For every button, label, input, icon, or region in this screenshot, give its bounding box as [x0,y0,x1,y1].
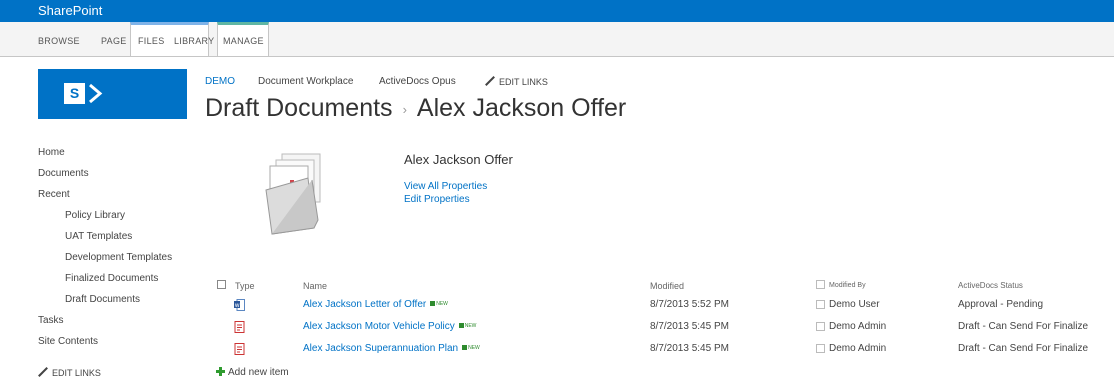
quick-launch-recent[interactable]: Recent [38,189,70,200]
tab-browse[interactable]: BROWSE [38,36,80,46]
modified-date: 8/7/2013 5:45 PM [650,343,729,354]
breadcrumb-separator-icon: › [402,101,407,117]
quick-launch-finalized-documents[interactable]: Finalized Documents [65,273,158,284]
table-row: Alex Jackson Superannuation Plan NEW [303,343,480,354]
top-nav-demo[interactable]: DEMO [205,76,235,87]
activedocs-status: Approval - Pending [958,299,1044,310]
new-badge: NEW [462,345,480,351]
document-name-link[interactable]: Alex Jackson Superannuation Plan [303,343,458,354]
logo-arrow-icon [89,83,103,104]
quick-launch-home[interactable]: Home [38,147,65,158]
column-header-name[interactable]: Name [303,281,327,291]
modified-date: 8/7/2013 5:52 PM [650,299,729,310]
quick-launch-tasks[interactable]: Tasks [38,315,64,326]
modified-by-user[interactable]: Demo Admin [829,343,886,354]
document-name-link[interactable]: Alex Jackson Letter of Offer [303,299,426,310]
modified-date: 8/7/2013 5:45 PM [650,321,729,332]
edit-links-label: EDIT LINKS [499,77,548,87]
edit-links-label: EDIT LINKS [52,368,101,378]
new-badge: NEW [430,301,448,307]
select-all-checkbox[interactable] [217,280,226,289]
pencil-icon [485,76,495,86]
table-row: Alex Jackson Letter of Offer NEW [303,299,448,310]
ribbon-tab-bar: BROWSE PAGE FILES LIBRARY MANAGE [0,22,1114,57]
tab-page[interactable]: PAGE [101,36,127,46]
tab-files[interactable]: FILES [138,36,165,46]
activedocs-status: Draft - Can Send For Finalize [958,343,1089,354]
top-nav-edit-links[interactable]: EDIT LINKS [485,76,548,87]
quick-launch-documents[interactable]: Documents [38,168,89,179]
document-set-icon [265,153,321,235]
column-header-type[interactable]: Type [235,281,255,291]
word-doc-icon: w [234,299,245,311]
pencil-icon [38,367,48,377]
presence-checkbox[interactable] [816,322,825,331]
column-header-modified-by[interactable]: Modified By [829,282,866,289]
tab-library[interactable]: LIBRARY [174,36,214,46]
plus-icon [216,367,225,376]
breadcrumb-current: Alex Jackson Offer [416,94,627,122]
svg-text:w: w [235,302,240,309]
modified-by-user[interactable]: Demo User [829,299,880,310]
quick-launch-draft-documents[interactable]: Draft Documents [65,294,140,305]
new-badge: NEW [459,323,477,329]
sharepoint-logo-icon: S [64,83,85,104]
document-set-name: Alex Jackson Offer [404,152,513,167]
breadcrumb-parent-link[interactable]: Draft Documents [205,94,393,122]
quick-launch-site-contents[interactable]: Site Contents [38,336,98,347]
column-header-activedocs-status[interactable]: ActiveDocs Status [958,281,1023,290]
top-nav-document-workplace[interactable]: Document Workplace [258,76,353,87]
site-logo[interactable]: S [38,69,187,119]
quick-launch-policy-library[interactable]: Policy Library [65,210,125,221]
view-all-properties-link[interactable]: View All Properties [404,181,487,192]
pdf-doc-icon [234,343,245,355]
presence-checkbox[interactable] [816,300,825,309]
tab-manage[interactable]: MANAGE [223,36,264,46]
suite-bar: SharePoint [0,0,1114,22]
pdf-doc-icon [234,321,245,333]
modified-by-user[interactable]: Demo Admin [829,321,886,332]
column-header-modified[interactable]: Modified [650,281,684,291]
top-nav-activedocs-opus[interactable]: ActiveDocs Opus [379,76,456,87]
sharepoint-brand-link[interactable]: SharePoint [38,3,102,18]
edit-properties-link[interactable]: Edit Properties [404,194,470,205]
quick-launch-uat-templates[interactable]: UAT Templates [65,231,132,242]
add-new-item-link[interactable]: Add new item [216,367,289,378]
quick-launch-edit-links[interactable]: EDIT LINKS [38,367,101,378]
activedocs-status: Draft - Can Send For Finalize [958,321,1089,332]
page-title: Draft Documents › Alex Jackson Offer [205,94,626,123]
modified-by-checkbox[interactable] [816,280,825,289]
table-row: Alex Jackson Motor Vehicle Policy NEW [303,321,476,332]
quick-launch-development-templates[interactable]: Development Templates [65,252,172,263]
document-name-link[interactable]: Alex Jackson Motor Vehicle Policy [303,321,455,332]
add-new-item-label: Add new item [228,367,289,378]
presence-checkbox[interactable] [816,344,825,353]
